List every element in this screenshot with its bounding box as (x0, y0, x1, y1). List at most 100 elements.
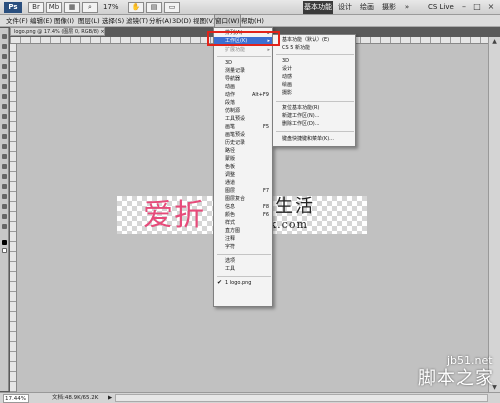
menu-item-histogram[interactable]: 直方图 (214, 227, 272, 235)
menu-item-clone-source[interactable]: 仿制源 (214, 107, 272, 115)
pen-tool-icon[interactable] (2, 174, 7, 179)
scroll-up-icon[interactable]: ▲ (489, 37, 500, 46)
menu-image[interactable]: 图像(I) (54, 15, 74, 27)
foreground-color-swatch[interactable] (2, 240, 7, 245)
menu-item-options[interactable]: 选项 (214, 257, 272, 265)
menu-item-label: 样式 (225, 220, 236, 226)
vertical-scrollbar[interactable]: ▲ ▼ (488, 37, 500, 392)
workspace-design[interactable]: 设计 (336, 1, 354, 14)
menu-item-brush-presets[interactable]: 画笔预设 (214, 131, 272, 139)
healing-tool-icon[interactable] (2, 94, 7, 99)
logo-text-pink: 爱折 (143, 198, 205, 233)
quick-select-tool-icon[interactable] (2, 64, 7, 69)
menu-item-adjustments[interactable]: 调整 (214, 171, 272, 179)
submenu-item-design[interactable]: 设计 (273, 65, 355, 73)
submenu-item-essentials-default[interactable]: 基本功能（默认）(E) (273, 36, 355, 44)
dodge-tool-icon[interactable] (2, 164, 7, 169)
menu-analysis[interactable]: 分析(A) (149, 15, 172, 27)
hand-tool-icon[interactable] (2, 214, 7, 219)
brush-tool-icon[interactable] (2, 104, 7, 109)
menu-item-info[interactable]: 信息 F8 (214, 203, 272, 211)
menu-item-layers[interactable]: 图层 F7 (214, 187, 272, 195)
shape-tool-icon[interactable] (2, 204, 7, 209)
clone-tool-icon[interactable] (2, 114, 7, 119)
menu-help[interactable]: 帮助(H) (241, 15, 264, 27)
menu-item-styles[interactable]: 样式 (214, 219, 272, 227)
menu-item-color[interactable]: 颜色 F6 (214, 211, 272, 219)
menu-item-paragraph[interactable]: 段落 (214, 99, 272, 107)
bridge-button[interactable]: Br (28, 2, 44, 13)
submenu-item-keyboard-shortcuts[interactable]: 键盘快捷键和菜单(K)... (273, 135, 355, 143)
submenu-item-photography[interactable]: 摄影 (273, 89, 355, 97)
menu-item-shortcut: F7 (262, 188, 269, 194)
zoom-tool-button[interactable]: ⌕ (82, 2, 98, 13)
arrange-documents-button[interactable]: ▤ (146, 2, 162, 13)
status-menu-arrow-icon[interactable]: ▶ (108, 393, 112, 403)
workspace-essentials[interactable]: 基本功能 (303, 1, 333, 14)
eraser-tool-icon[interactable] (2, 134, 7, 139)
menu-filter[interactable]: 滤镜(T) (126, 15, 148, 27)
view-extras-button[interactable]: ▦ (64, 2, 80, 13)
menu-layer[interactable]: 图层(L) (78, 15, 100, 27)
submenu-item-cs5-new[interactable]: CS 5 新功能 (273, 44, 355, 52)
submenu-item-delete-workspace[interactable]: 删除工作区(D)... (273, 120, 355, 128)
menu-item-actions[interactable]: 动作 Alt+F9 (214, 91, 272, 99)
menu-item-notes[interactable]: 注释 (214, 235, 272, 243)
zoom-level[interactable]: 17% (103, 2, 127, 13)
menu-edit[interactable]: 编辑(E) (30, 15, 52, 27)
menu-select[interactable]: 选择(S) (102, 15, 124, 27)
menu-3d[interactable]: 3D(D) (172, 15, 191, 27)
type-tool-icon[interactable] (2, 184, 7, 189)
status-zoom-field[interactable]: 17.44% (3, 394, 29, 403)
eyedropper-tool-icon[interactable] (2, 84, 7, 89)
menu-item-tools[interactable]: 工具 (214, 265, 272, 273)
minimize-icon[interactable]: – (458, 2, 470, 13)
zoom-tool-icon[interactable] (2, 224, 7, 229)
menu-item-swatches[interactable]: 色板 (214, 163, 272, 171)
gradient-tool-icon[interactable] (2, 144, 7, 149)
workspace-more[interactable]: » (402, 1, 412, 14)
menu-item-animation[interactable]: 动画 (214, 83, 272, 91)
hand-tool-button[interactable]: ✋ (128, 2, 144, 13)
menu-item-extensions[interactable]: 扩展功能 ▸ (214, 46, 272, 54)
path-select-tool-icon[interactable] (2, 194, 7, 199)
history-brush-tool-icon[interactable] (2, 124, 7, 129)
marquee-tool-icon[interactable] (2, 44, 7, 49)
menu-item-navigator[interactable]: 导航器 (214, 75, 272, 83)
workspace-photography[interactable]: 摄影 (380, 1, 398, 14)
horizontal-scrollbar[interactable] (115, 394, 488, 402)
screen-mode-button[interactable]: ▭ (164, 2, 180, 13)
cs-live-button[interactable]: CS Live (428, 1, 454, 14)
close-icon[interactable]: × (485, 2, 497, 13)
menu-item-3d[interactable]: 3D (214, 59, 272, 67)
blur-tool-icon[interactable] (2, 154, 7, 159)
background-color-swatch[interactable] (2, 248, 7, 253)
move-tool-icon[interactable] (2, 34, 7, 39)
menu-view[interactable]: 视图(V) (193, 15, 216, 27)
menu-item-masks[interactable]: 蒙版 (214, 155, 272, 163)
menu-item-tool-presets[interactable]: 工具预设 (214, 115, 272, 123)
workspace-submenu: 基本功能（默认）(E) CS 5 新功能 3D 设计 动感 绘画 摄影 复位基本… (272, 34, 356, 147)
document-tab[interactable]: logo.png @ 17.4% (图层 0, RGB/8) × (10, 27, 105, 36)
menu-item-open-document[interactable]: ✔ 1 logo.png (214, 279, 272, 287)
submenu-item-reset-essentials[interactable]: 复位基本功能(R) (273, 104, 355, 112)
submenu-item-motion[interactable]: 动感 (273, 73, 355, 81)
menu-item-character[interactable]: 字符 (214, 243, 272, 251)
menu-item-history[interactable]: 历史记录 (214, 139, 272, 147)
restore-icon[interactable]: □ (471, 2, 483, 13)
crop-tool-icon[interactable] (2, 74, 7, 79)
lasso-tool-icon[interactable] (2, 54, 7, 59)
menu-item-channels[interactable]: 通道 (214, 179, 272, 187)
menu-item-brush[interactable]: 画笔 F5 (214, 123, 272, 131)
menu-item-paths[interactable]: 路径 (214, 147, 272, 155)
menu-item-layer-comps[interactable]: 图层复合 (214, 195, 272, 203)
menu-file[interactable]: 文件(F) (6, 15, 28, 27)
menu-item-label: 动画 (225, 84, 236, 90)
submenu-item-3d[interactable]: 3D (273, 57, 355, 65)
workspace-painting[interactable]: 绘画 (358, 1, 376, 14)
menu-window[interactable]: 窗口(W) (214, 14, 241, 28)
mini-bridge-button[interactable]: Mb (46, 2, 62, 13)
submenu-item-painting[interactable]: 绘画 (273, 81, 355, 89)
menu-item-measurement-log[interactable]: 测量记录 (214, 67, 272, 75)
submenu-item-new-workspace[interactable]: 新建工作区(N)... (273, 112, 355, 120)
